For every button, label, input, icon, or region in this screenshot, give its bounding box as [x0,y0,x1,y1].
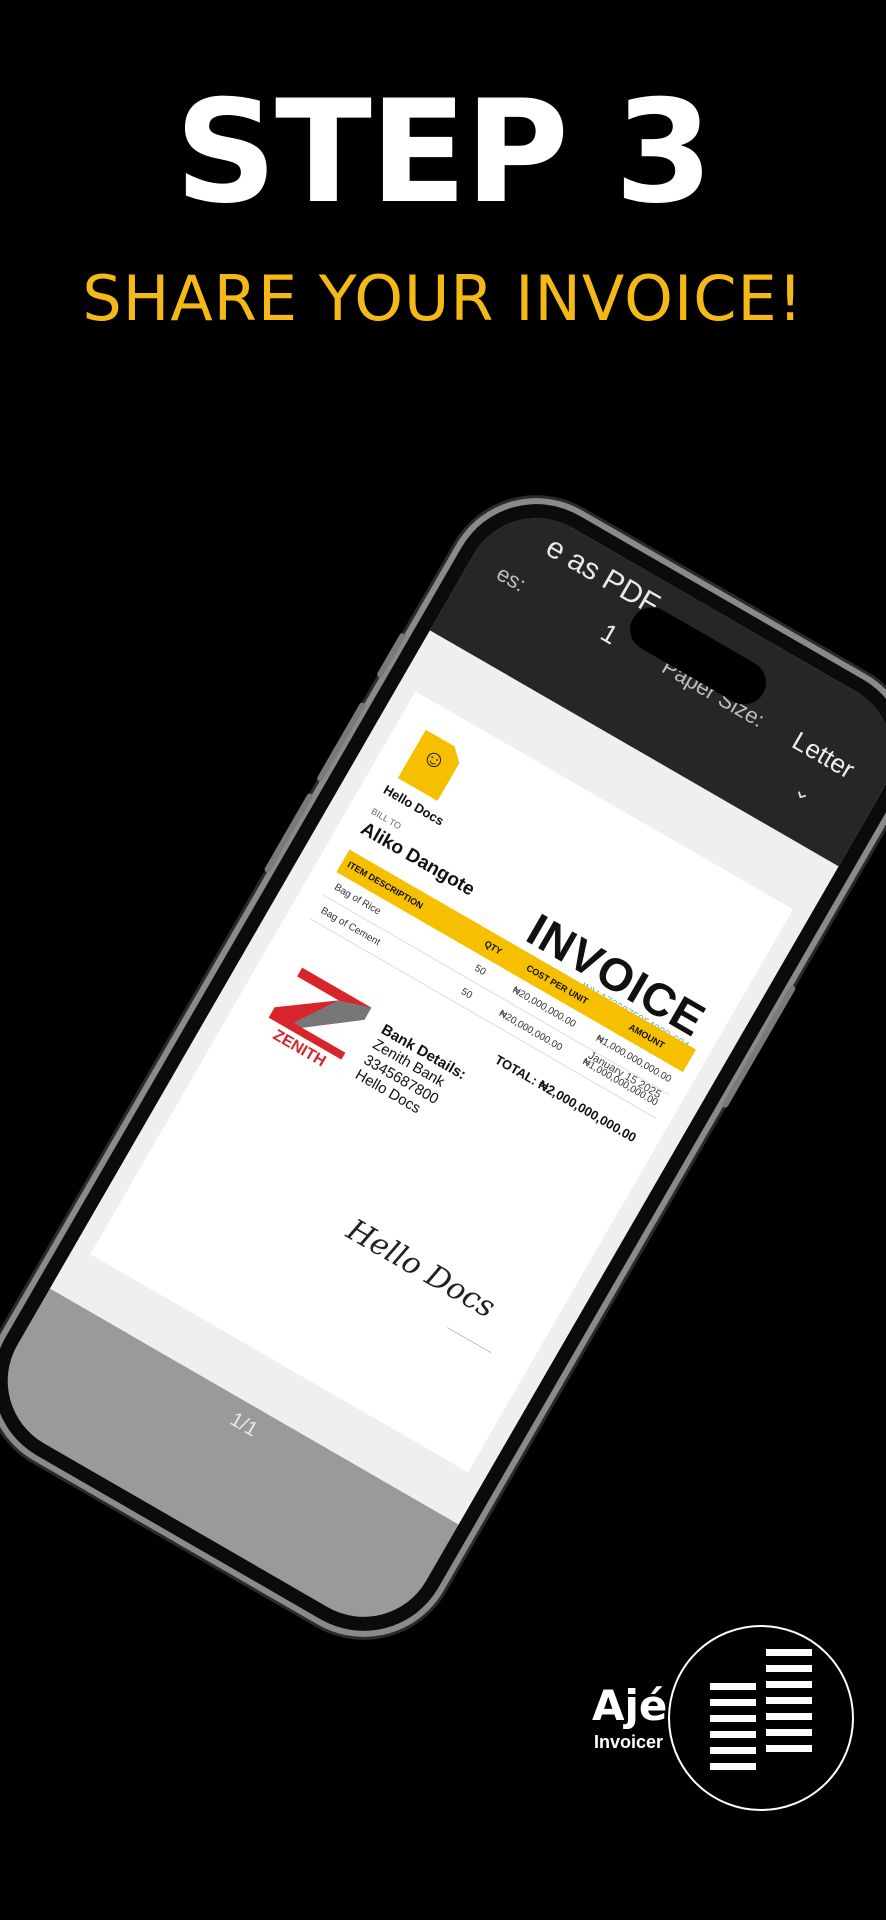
logo-bar [766,1729,812,1736]
logo-bar [766,1649,812,1656]
invoice-document: ☺ Hello Docs BILL TO Aliko Dangote INVOI… [90,691,794,1473]
brand-name: Ajé [592,1681,668,1730]
phone-screen: e as PDF es: 1 Paper Size: Letter ⌄ ☺ He… [0,491,886,1644]
phone-mockup: e as PDF es: 1 Paper Size: Letter ⌄ ☺ He… [0,472,886,1663]
logo-bar [766,1665,812,1672]
company-logo-icon: ☺ [398,730,466,801]
headline: STEP 3 [174,70,713,235]
logo-bar [710,1683,756,1690]
logo-bar [710,1747,756,1754]
brand-logo-icon [668,1625,854,1811]
logo-bar [710,1763,756,1770]
logo-bar [766,1697,812,1704]
phone-action-button [376,632,407,679]
zenith-bank-logo-icon: ZENITH [268,967,372,1070]
logo-bar [710,1699,756,1706]
bank-details: Bank Details: Zenith Bank 3345687800 Hel… [352,1021,469,1128]
logo-bar [710,1731,756,1738]
signature: Hello Docs [340,1212,502,1326]
paper-size-value[interactable]: Letter [787,725,860,785]
logo-bar [766,1713,812,1720]
brand-subtitle: Invoicer [594,1732,664,1752]
chevron-down-icon[interactable]: ⌄ [789,776,817,808]
logo-bar [766,1681,812,1688]
logo-bar [710,1715,756,1722]
smiley-icon: ☺ [416,741,452,778]
copies-value[interactable]: 1 [595,617,624,651]
logo-bar [766,1745,812,1752]
signature-caption: _______________ [447,1323,494,1354]
subheadline: SHARE YOUR INVOICE! [82,262,804,335]
copies-label: es: [492,560,531,597]
